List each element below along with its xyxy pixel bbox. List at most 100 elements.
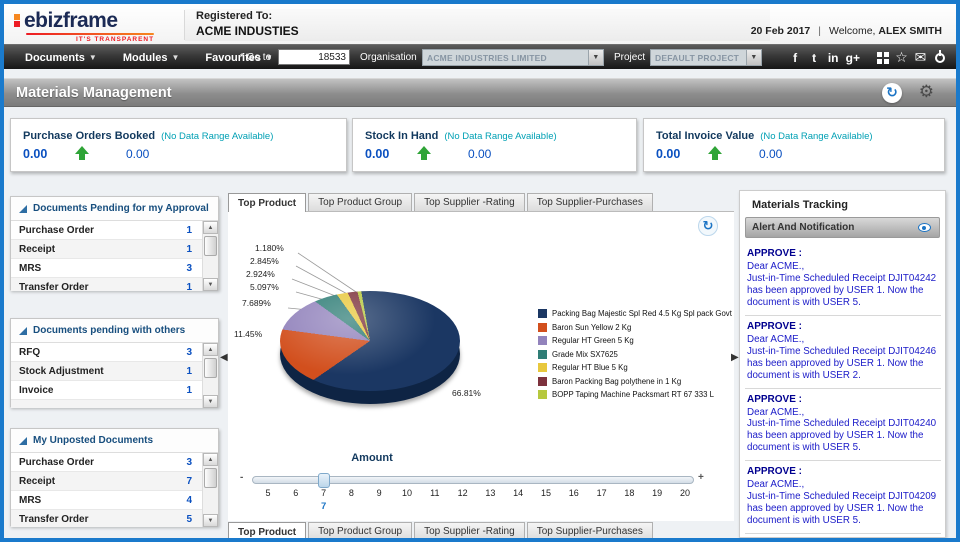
tab-top-supplier-purchases[interactable]: Top Supplier-Purchases: [526, 522, 653, 540]
tab-top-supplier-purchases[interactable]: Top Supplier-Purchases: [526, 193, 653, 211]
kpi-range-note: (No Data Range Available): [161, 131, 274, 142]
notification-body: Just-in-Time Scheduled Receipt DJIT04242…: [747, 272, 937, 308]
legend-swatch: [538, 376, 547, 386]
up-arrow-icon: [75, 146, 90, 162]
scroll-down-icon[interactable]: ▼: [203, 278, 218, 291]
tab-top-product[interactable]: Top Product: [228, 522, 307, 541]
googleplus-icon[interactable]: g+: [846, 49, 860, 66]
slider-increment[interactable]: +: [698, 472, 704, 483]
slider-tick-label: 8: [348, 488, 354, 498]
collapse-left-panel-icon[interactable]: ◀: [220, 352, 228, 363]
twitter-icon[interactable]: t: [808, 49, 821, 66]
goto-input[interactable]: [278, 49, 350, 65]
menubar-icons: f t in g+ ☆ ✉: [789, 45, 946, 70]
linkedin-icon[interactable]: in: [827, 49, 840, 66]
bottom-tabbar: Top Product Top Product Group Top Supplier…: [228, 521, 734, 541]
slider-tick-label: 6: [293, 488, 299, 498]
scrollbar[interactable]: ▲ ▼: [202, 453, 218, 527]
slider-decrement[interactable]: -: [240, 472, 243, 483]
logo-swoosh: [26, 33, 154, 35]
pending-doc-row[interactable]: Transfer Order 1: [11, 278, 202, 291]
scrollbar-thumb[interactable]: [204, 236, 217, 256]
gear-icon[interactable]: ⚙: [919, 82, 934, 102]
mail-icon[interactable]: ✉: [914, 49, 927, 66]
pie-slice-label: 2.924%: [246, 269, 275, 279]
tab-top-product-group[interactable]: Top Product Group: [308, 522, 413, 540]
slider-tick-label: 20: [679, 488, 691, 498]
power-icon[interactable]: [933, 49, 946, 66]
notification-body: Just-in-Time Scheduled Receipt DJIT04209…: [747, 491, 937, 527]
notification-item[interactable]: APPROVE : Dear ACME., Just-in-Time Schedul…: [745, 243, 941, 316]
organisation-select[interactable]: ACME INDUSTRIES LIMITED ▼: [422, 49, 604, 66]
scroll-up-icon[interactable]: ▲: [203, 453, 218, 466]
notification-item[interactable]: APPROVE : Dear ACME., Just-in-Time Schedul…: [745, 316, 941, 389]
top-tabbar: Top Product Top Product Group Top Supplier…: [228, 192, 734, 212]
pending-doc-row[interactable]: Purchase Order 3: [11, 453, 202, 472]
materials-tracking-panel: Materials Tracking Alert And Notificatio…: [739, 190, 946, 538]
pending-doc-row[interactable]: RFQ 3: [11, 343, 202, 362]
pending-doc-row[interactable]: Receipt 7: [11, 472, 202, 491]
scroll-down-icon[interactable]: ▼: [203, 514, 218, 527]
scrollbar[interactable]: ▲ ▼: [202, 343, 218, 408]
slider-tick-label: 11: [430, 488, 440, 498]
left-panel: Documents Pending for my Approval Purchas…: [10, 196, 219, 291]
menu-modules[interactable]: Modules ▼: [110, 45, 193, 70]
kpi-secondary-value: 0.00: [468, 147, 492, 161]
tab-top-product[interactable]: Top Product: [228, 193, 307, 212]
favourites-star-icon[interactable]: ☆: [895, 49, 908, 66]
pie-slice-label: 1.180%: [255, 243, 284, 253]
apps-icon[interactable]: [876, 49, 889, 66]
slider-handle[interactable]: [317, 473, 330, 488]
menu-label: Modules: [122, 51, 168, 64]
pending-doc-row[interactable]: Purchase Order 1: [11, 221, 202, 240]
chevron-down-icon[interactable]: ▼: [746, 50, 761, 65]
brand-name: ebizframe: [24, 9, 118, 32]
app-header: ebizframe IT'S TRANSPARENT Registered To…: [4, 4, 956, 44]
notification-item[interactable]: APPROVE : Dear ACME., Just-in-Time Schedul…: [745, 461, 941, 534]
chevron-down-icon: ▼: [88, 53, 97, 62]
registered-to-value: ACME INDUSTIES: [196, 24, 299, 38]
pending-doc-row[interactable]: Receipt 1: [11, 240, 202, 259]
slider-tick-label: 13: [485, 488, 496, 498]
collapse-right-panel-icon[interactable]: ▶: [731, 352, 739, 363]
slider-tick-label: 7: [321, 488, 327, 498]
scrollbar-thumb[interactable]: [204, 468, 217, 488]
pending-doc-row[interactable]: Transfer Order 5: [11, 510, 202, 527]
tab-top-supplier-rating[interactable]: Top Supplier -Rating: [414, 522, 525, 540]
scroll-up-icon[interactable]: ▲: [203, 221, 218, 234]
chart-area: ↻ 66.81% 11.45% 7.689% 5.097% 2.924% 2.845% 1.…: [228, 212, 734, 521]
refresh-icon[interactable]: ↻: [882, 83, 902, 103]
tab-top-product-group[interactable]: Top Product Group: [308, 193, 413, 211]
scrollbar[interactable]: ▲ ▼: [202, 221, 218, 291]
pie-slice-label: 5.097%: [250, 282, 279, 292]
left-panel: Documents pending with others RFQ 3 Stock A…: [10, 318, 219, 408]
pending-doc-row[interactable]: MRS 3: [11, 259, 202, 278]
notification-item[interactable]: APPROVE : Dear ACME., Just-in-Time Schedul…: [745, 389, 941, 462]
kpi-row: Purchase Orders Booked (No Data Range Ava…: [0, 118, 960, 172]
menu-documents[interactable]: Documents ▼: [12, 45, 110, 70]
facebook-icon[interactable]: f: [789, 49, 802, 66]
scrollbar-thumb[interactable]: [204, 358, 217, 378]
alert-notification-header[interactable]: Alert And Notification: [745, 217, 940, 238]
pending-doc-row[interactable]: .: [11, 400, 202, 408]
pie-chart-wrap: [280, 291, 460, 404]
legend-swatch: [538, 336, 547, 346]
kpi-secondary-value: 0.00: [126, 147, 150, 161]
panel-title: My Unposted Documents: [33, 435, 154, 446]
project-select[interactable]: DEFAULT PROJECT ▼: [650, 49, 762, 66]
tab-top-supplier-rating[interactable]: Top Supplier -Rating: [414, 193, 525, 211]
slider-tick-label: 12: [457, 488, 468, 498]
slider-tick-label: 10: [401, 488, 413, 498]
scroll-up-icon[interactable]: ▲: [203, 343, 218, 356]
pending-doc-row[interactable]: MRS 4: [11, 491, 202, 510]
scroll-down-icon[interactable]: ▼: [203, 395, 218, 408]
chevron-down-icon[interactable]: ▼: [588, 50, 603, 65]
pending-doc-row[interactable]: Stock Adjustment 1: [11, 362, 202, 381]
chart-refresh-icon[interactable]: ↻: [698, 216, 718, 236]
eye-icon[interactable]: [915, 220, 933, 236]
slider-tick-label: 5: [265, 488, 271, 498]
pie-chart[interactable]: [280, 291, 460, 391]
notification-greeting: Dear ACME.,: [747, 333, 805, 345]
notification-action: APPROVE :: [747, 393, 803, 405]
pending-doc-row[interactable]: Invoice 1: [11, 381, 202, 400]
